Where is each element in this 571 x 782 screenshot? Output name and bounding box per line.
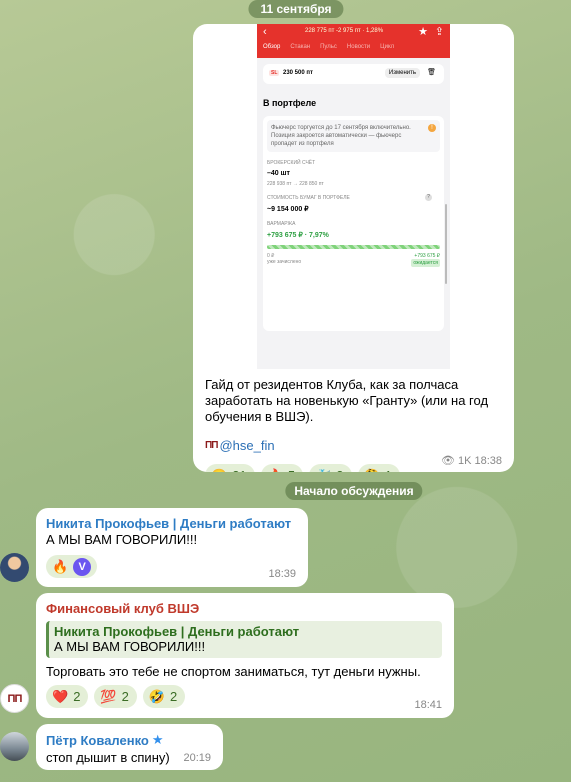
date-separator: 11 сентября <box>248 0 344 18</box>
post-image[interactable]: ‹ 228 775 пт -2 975 пт · 1,28% ★ ⇪ Обзор… <box>257 24 450 369</box>
value-label: СТОИМОСТЬ БУМАГ В ПОРТФЕЛЕ ? <box>267 194 440 201</box>
reaction-count: 1 <box>385 468 392 472</box>
share-icon: ⇪ <box>434 26 444 38</box>
margin-progress <box>267 245 440 249</box>
credited-right: +793 675 ₽ ожидается <box>411 253 440 267</box>
channel-post[interactable]: ‹ 228 775 пт -2 975 пт · 1,28% ★ ⇪ Обзор… <box>193 24 514 472</box>
whale-emoji-icon: 🐳 <box>315 468 331 473</box>
club-logo-icon: ΠΠ <box>7 692 23 705</box>
heart-emoji-icon: ❤️ <box>52 688 69 704</box>
grin-emoji-icon: 😁 <box>211 468 227 473</box>
post-signature: ΠΠ @hse_fin <box>205 438 275 453</box>
tab-cycle: Цикл <box>380 44 395 50</box>
sender-name[interactable]: Финансовый клуб ВШЭ <box>46 601 199 616</box>
signature-link[interactable]: @hse_fin <box>219 438 274 453</box>
broker-qty: –40 шт <box>267 170 290 177</box>
quote-text: А МЫ ВАМ ГОВОРИЛИ!!! <box>54 639 206 654</box>
message-time: 20:19 <box>183 752 211 764</box>
message-reactions: 🔥 V <box>46 555 98 578</box>
message-reactions: ❤️ 2 💯 2 🤣 2 <box>46 685 186 708</box>
warning-text: Фьючерс торгуется до 17 сентября включит… <box>271 125 411 147</box>
club-logo-icon: ΠΠ <box>205 440 218 451</box>
credited-left: 0 ₽ уже зачислено <box>267 253 301 267</box>
stop-loss-row: SL 230 500 пт Изменить 🗑 <box>263 64 444 84</box>
reaction-fire[interactable]: 🔥 5 <box>260 464 304 473</box>
broker-label: БРОКЕРСКИЙ СЧЁТ <box>267 160 316 166</box>
expected-badge: ожидается <box>411 259 440 267</box>
scrollbar <box>445 204 447 284</box>
credited-left-label: уже зачислено <box>267 259 302 265</box>
hundred-emoji-icon: 💯 <box>100 688 117 704</box>
reactor-avatar: V <box>73 557 92 576</box>
sl-value: 230 500 пт <box>283 70 313 76</box>
fire-emoji-icon: 🔥 <box>267 468 283 473</box>
tab-pulse: Пульс <box>320 44 337 50</box>
reply-quote[interactable]: Никита Прокофьев | Деньги работают А МЫ … <box>46 621 442 658</box>
reaction-grin[interactable]: 😁 31 <box>205 464 255 472</box>
tab-overview: Обзор <box>263 44 281 50</box>
reaction-rofl[interactable]: 🤣 2 <box>142 685 186 708</box>
sender-row: Пётр Коваленко ★ <box>46 732 164 748</box>
broker-prices: 228 938 пт → 228 850 пт <box>267 181 324 187</box>
premium-star-icon: ★ <box>151 732 164 747</box>
reaction-count: 3 <box>336 468 343 472</box>
reaction-heart[interactable]: ❤️ 2 <box>46 685 89 708</box>
avatar[interactable] <box>0 553 29 582</box>
sender-name[interactable]: Пётр Коваленко <box>46 733 149 748</box>
back-arrow-icon: ‹ <box>263 26 267 38</box>
avatar[interactable] <box>0 732 29 761</box>
thinking-emoji-icon: 🤔 <box>364 468 380 473</box>
post-meta: 👁 1K 18:38 <box>441 454 502 468</box>
reaction-fire[interactable]: 🔥 V <box>46 555 98 578</box>
message-bubble[interactable]: Пётр Коваленко ★ стоп дышит в спину) 20:… <box>36 724 223 770</box>
quote-sender: Никита Прокофьев | Деньги работают <box>54 624 300 639</box>
message-bubble[interactable]: Никита Прокофьев | Деньги работают А МЫ … <box>36 508 308 587</box>
margin-value: +793 675 ₽ · 7,97% <box>267 232 329 239</box>
reaction-hundred[interactable]: 💯 2 <box>94 685 137 708</box>
tab-news: Новости <box>346 44 371 50</box>
post-reactions: 😁 31 🔥 5 🐳 3 🤔 1 <box>205 464 400 472</box>
message-time: 18:39 <box>268 568 296 580</box>
star-icon: ★ <box>418 26 428 38</box>
views-count: 1K <box>458 454 472 467</box>
message-text: Торговать это тебе не спортом заниматься… <box>46 664 421 679</box>
value-label-text: СТОИМОСТЬ БУМАГ В ПОРТФЕЛЕ <box>267 195 350 201</box>
sender-name[interactable]: Никита Прокофьев | Деньги работают <box>46 516 291 531</box>
reaction-count: 31 <box>232 468 246 472</box>
trash-icon: 🗑 <box>427 69 436 76</box>
app-header: ‹ 228 775 пт -2 975 пт · 1,28% ★ ⇪ Обзор… <box>257 24 450 58</box>
avatar[interactable]: ΠΠ <box>0 684 29 713</box>
warning-icon: ! <box>428 124 436 132</box>
message-text: А МЫ ВАМ ГОВОРИЛИ!!! <box>46 532 198 547</box>
rofl-emoji-icon: 🤣 <box>148 688 166 704</box>
eye-icon: 👁 <box>441 455 455 467</box>
portfolio-title: В портфеле <box>263 98 317 108</box>
reaction-count: 2 <box>170 689 178 704</box>
tab-orderbook: Стакан <box>290 44 311 50</box>
help-icon: ? <box>425 194 432 201</box>
portfolio-card: Фьючерс торгуется до 17 сентября включит… <box>263 116 444 331</box>
app-tabs: Обзор Стакан Пульс Новости Цикл <box>263 44 394 50</box>
message-text: стоп дышит в спину) <box>46 750 170 765</box>
credited-row: 0 ₽ уже зачислено +793 675 ₽ ожидается <box>267 253 440 267</box>
sl-badge: SL <box>269 70 280 76</box>
reaction-thinking[interactable]: 🤔 1 <box>357 464 400 473</box>
post-time: 18:38 <box>474 454 502 467</box>
discussion-start-label: Начало обсуждения <box>285 482 423 500</box>
message-time: 18:41 <box>414 699 442 711</box>
sl-change-button: Изменить <box>384 68 420 78</box>
reaction-whale[interactable]: 🐳 3 <box>309 464 352 473</box>
reaction-count: 2 <box>121 689 129 704</box>
expiry-warning: Фьючерс торгуется до 17 сентября включит… <box>267 120 440 152</box>
reaction-count: 5 <box>288 468 295 472</box>
margin-label: ВАРМАРЖА <box>267 221 296 227</box>
post-text: Гайд от резидентов Клуба, как за полчаса… <box>205 377 489 424</box>
portfolio-value: ~9 154 000 ₽ <box>267 206 309 213</box>
price-summary: 228 775 пт -2 975 пт · 1,28% <box>305 28 384 34</box>
reaction-count: 2 <box>73 689 81 704</box>
fire-emoji-icon: 🔥 <box>52 558 69 574</box>
